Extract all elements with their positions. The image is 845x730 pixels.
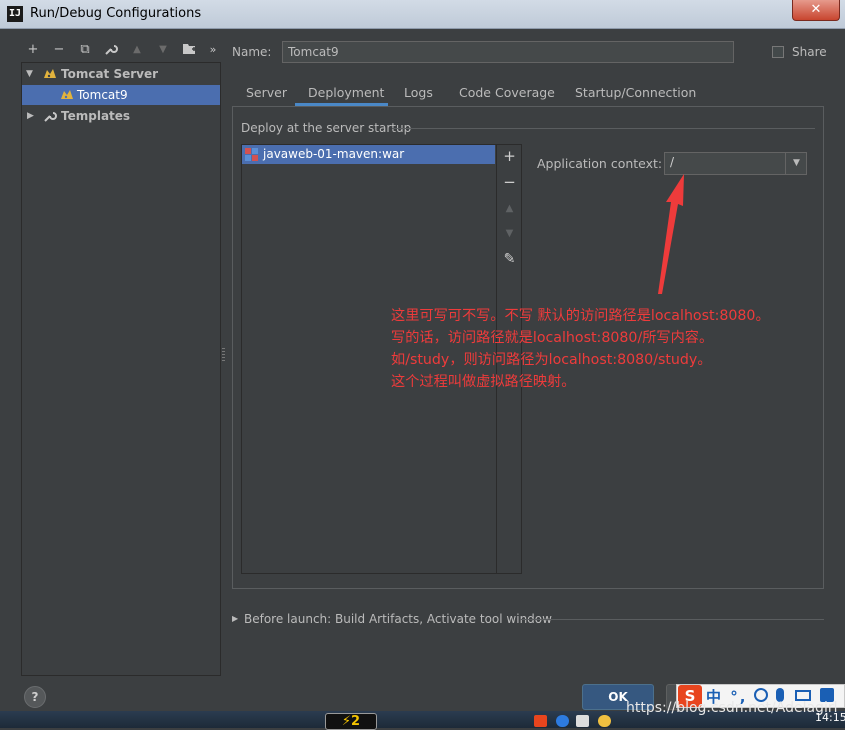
tab-startup-connection[interactable]: Startup/Connection <box>575 83 696 103</box>
copy-icon[interactable]: ⧉ <box>77 42 93 58</box>
tomcat-icon <box>61 90 73 99</box>
remove-icon[interactable]: − <box>51 42 67 58</box>
wrench-icon <box>44 112 57 122</box>
tab-logs[interactable]: Logs <box>404 83 433 103</box>
collapse-arrow-icon[interactable]: ▶ <box>27 106 34 126</box>
wrench-icon[interactable] <box>103 42 119 58</box>
tree-item-label: Templates <box>61 109 131 123</box>
before-launch-divider <box>520 619 824 620</box>
deploy-group-title: Deploy at the server startup <box>241 121 412 135</box>
war-artifact-icon <box>245 148 258 161</box>
annotation-line-1: 这里可写可不写。不写 默认的访问路径是localhost:8080。 <box>391 308 770 324</box>
annotation-arrow-icon <box>658 174 684 294</box>
folder-icon[interactable] <box>181 42 197 58</box>
close-button[interactable]: ✕ <box>792 0 840 21</box>
edit-artifact-button[interactable]: ✎ <box>497 251 522 267</box>
tab-server[interactable]: Server <box>246 83 287 103</box>
share-label[interactable]: Share <box>792 45 827 59</box>
intellij-logo-icon: IJ <box>7 6 23 22</box>
panel-splitter[interactable] <box>222 348 225 362</box>
move-up-icon[interactable]: ▲ <box>129 42 145 58</box>
move-down-icon[interactable]: ▼ <box>155 42 171 58</box>
artifact-list-item[interactable]: javaweb-01-maven:war <box>242 145 495 164</box>
chevron-down-icon[interactable]: ▼ <box>785 153 807 174</box>
network-tray-icon[interactable] <box>576 715 589 727</box>
tree-item-templates[interactable]: ▶ Templates <box>22 106 220 126</box>
move-up-button[interactable]: ▲ <box>497 203 522 214</box>
expand-arrow-icon[interactable]: ▼ <box>26 64 33 84</box>
configuration-tree[interactable]: ▼ Tomcat Server Tomcat9 ▶ Templates <box>21 62 221 676</box>
application-context-label: Application context: <box>537 156 663 171</box>
tree-item-tomcat9[interactable]: Tomcat9 <box>22 85 220 105</box>
window-title: Run/Debug Configurations <box>30 6 202 21</box>
help-tray-icon[interactable] <box>556 715 569 727</box>
application-context-value[interactable]: / <box>670 155 674 169</box>
annotation-line-4: 这个过程叫做虚拟路径映射。 <box>391 374 576 390</box>
help-button[interactable]: ? <box>24 686 46 708</box>
tree-item-label: Tomcat Server <box>61 67 159 81</box>
expand-arrow-icon[interactable]: ▶ <box>232 614 238 623</box>
group-divider <box>392 128 815 129</box>
taskbar-clock[interactable]: 14:15 <box>815 711 845 724</box>
more-icon[interactable]: » <box>205 42 221 58</box>
tomcat-icon <box>44 69 56 78</box>
remove-artifact-button[interactable]: − <box>497 173 522 191</box>
annotation-line-3: 如/study，则访问路径为localhost:8080/study。 <box>391 352 712 368</box>
add-artifact-button[interactable]: + <box>497 147 522 165</box>
qq-tray-icon[interactable] <box>598 715 611 727</box>
share-checkbox[interactable] <box>772 46 784 58</box>
tree-item-label: Tomcat9 <box>77 88 128 102</box>
name-input[interactable]: Tomcat9 <box>282 41 734 63</box>
tab-code-coverage[interactable]: Code Coverage <box>459 83 555 103</box>
tab-deployment[interactable]: Deployment <box>308 83 384 103</box>
annotation-line-2: 写的话，访问路径就是localhost:8080/所写内容。 <box>391 330 714 346</box>
move-down-button[interactable]: ▼ <box>497 228 522 239</box>
before-launch-section[interactable]: Before launch: Build Artifacts, Activate… <box>244 612 552 626</box>
name-label: Name: <box>232 45 272 59</box>
add-icon[interactable]: + <box>25 42 41 58</box>
sogou-tray-icon[interactable] <box>534 715 547 727</box>
artifact-label: javaweb-01-maven:war <box>263 147 405 161</box>
tree-item-tomcat-server[interactable]: ▼ Tomcat Server <box>22 64 220 84</box>
watermark-text: https://blog.csdn.net/Adelagirl <box>626 700 838 716</box>
taskbar-app-icon[interactable]: ⚡2 <box>325 713 377 730</box>
